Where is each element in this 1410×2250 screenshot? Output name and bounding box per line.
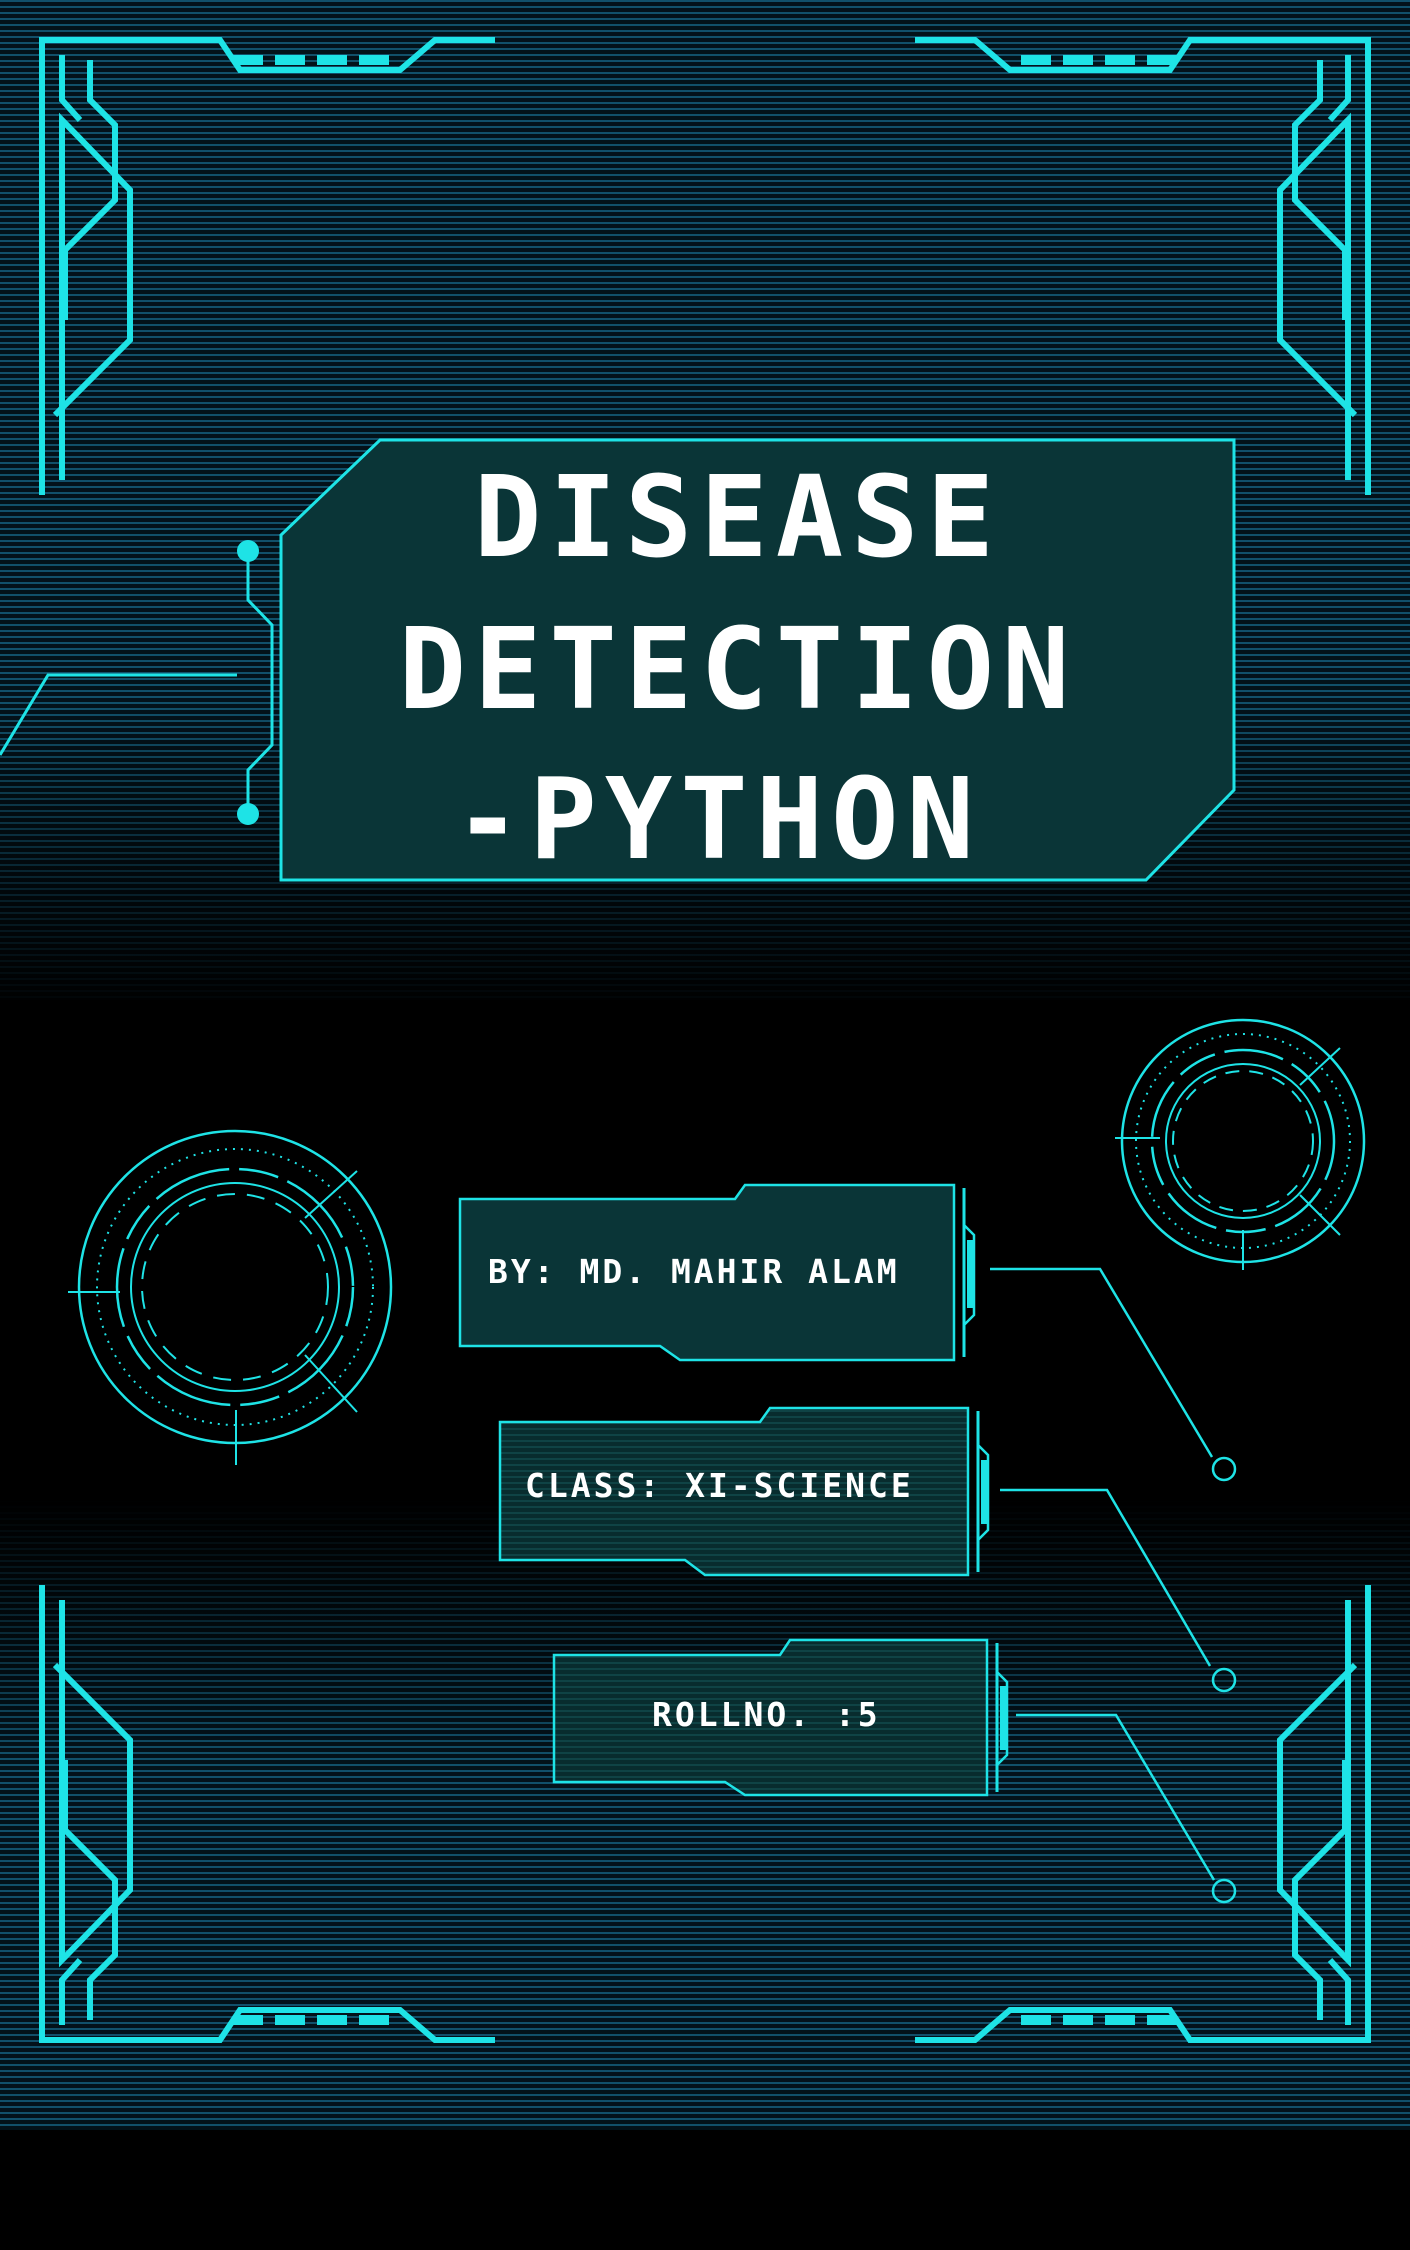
roll-text: ROLLNO. :5 (652, 1695, 881, 1734)
author-text: BY: MD. MAHIR ALAM (488, 1252, 900, 1291)
title-line-2: DETECTION (399, 605, 1078, 735)
cover-art: DISEASE DETECTION -PYTHON BY: MD. MAHIR … (0, 0, 1410, 2250)
class-panel: CLASS: XI-SCIENCE (498, 1406, 990, 1577)
author-panel: BY: MD. MAHIR ALAM (458, 1183, 976, 1362)
connector-dot-icon (237, 540, 259, 562)
class-text: CLASS: XI-SCIENCE (525, 1466, 914, 1505)
title-line-1: DISEASE (474, 453, 1002, 583)
connector-dot-icon (237, 803, 259, 825)
roll-panel: ROLLNO. :5 (552, 1638, 1009, 1797)
title-line-3: -PYTHON (454, 755, 982, 885)
